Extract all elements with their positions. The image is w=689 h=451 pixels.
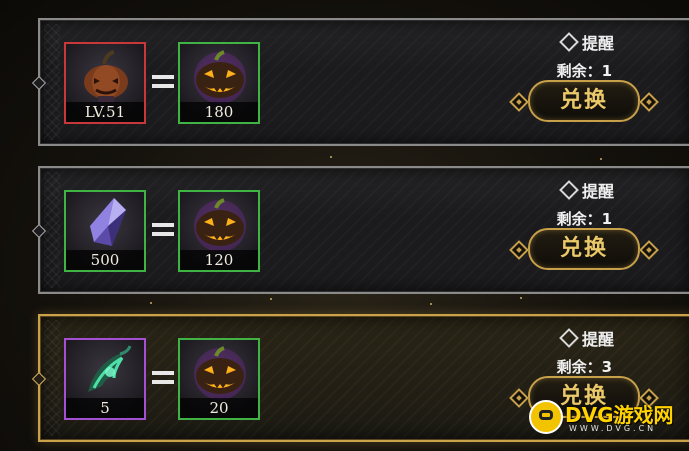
output-item-quantity: 180 (180, 102, 258, 122)
remind-toggle[interactable]: 提醒 (559, 30, 614, 54)
output-item-slot[interactable]: 20 (178, 338, 260, 420)
equals-sign (152, 72, 174, 92)
remind-label: 提醒 (581, 330, 614, 349)
remaining-count: 剩余：1 (556, 210, 612, 228)
exchange-button-label: 兑换 (559, 88, 608, 113)
jack-o-lantern-icon (194, 346, 246, 400)
row-pattern (44, 24, 60, 140)
remind-checkbox-icon[interactable] (559, 32, 579, 52)
remind-label: 提醒 (581, 34, 614, 53)
watermark-url: WWW.DVG.CN (569, 424, 657, 433)
remind-checkbox-icon[interactable] (559, 328, 579, 348)
exchange-button[interactable]: 兑换 (509, 228, 659, 270)
remaining-count: 剩余：1 (556, 62, 612, 80)
sparkle (270, 298, 272, 300)
jack-o-lantern-icon (194, 50, 246, 104)
sparkle (330, 156, 332, 158)
remind-checkbox-icon[interactable] (559, 180, 579, 200)
input-item-level: LV.51 (66, 102, 144, 122)
output-item-quantity: 20 (180, 398, 258, 418)
exchange-button[interactable]: 兑换 (509, 80, 659, 122)
purple-crystal-icon (90, 198, 126, 246)
site-watermark: DVG游戏网 WWW.DVG.CN (529, 396, 689, 441)
button-ornament-left (509, 388, 529, 408)
output-item-slot[interactable]: 120 (178, 190, 260, 272)
remind-toggle[interactable]: 提醒 (559, 326, 614, 350)
input-item-slot[interactable]: LV.51 (64, 42, 146, 124)
exchange-row-2: 500 120 提醒 剩余：1 兑换 (31, 166, 689, 294)
sparkle (520, 297, 522, 299)
row-pattern (44, 172, 60, 288)
output-item-slot[interactable]: 180 (178, 42, 260, 124)
input-item-quantity: 500 (66, 250, 144, 270)
equals-sign (152, 220, 174, 240)
remind-label: 提醒 (581, 182, 614, 201)
exchange-row-1: LV.51 180 提醒 剩余：1 兑换 (31, 18, 689, 146)
jack-o-lantern-icon (194, 198, 246, 252)
output-item-quantity: 120 (180, 250, 258, 270)
remind-toggle[interactable]: 提醒 (559, 178, 614, 202)
input-item-quantity: 5 (66, 398, 144, 418)
sparkle (430, 303, 432, 305)
button-ornament-left (509, 92, 529, 112)
equals-sign (152, 368, 174, 388)
row-pattern (44, 320, 60, 436)
sparkle (600, 158, 602, 160)
gamepad-logo-icon (529, 400, 563, 434)
green-claw-icon (88, 345, 132, 392)
exchange-button-label: 兑换 (559, 236, 608, 261)
remaining-count: 剩余：3 (556, 358, 612, 376)
sparkle (150, 302, 152, 304)
button-ornament-right (639, 240, 659, 260)
input-item-slot[interactable]: 5 (64, 338, 146, 420)
button-ornament-right (639, 92, 659, 112)
pumpkin-head-icon (84, 50, 128, 102)
input-item-slot[interactable]: 500 (64, 190, 146, 272)
button-ornament-left (509, 240, 529, 260)
